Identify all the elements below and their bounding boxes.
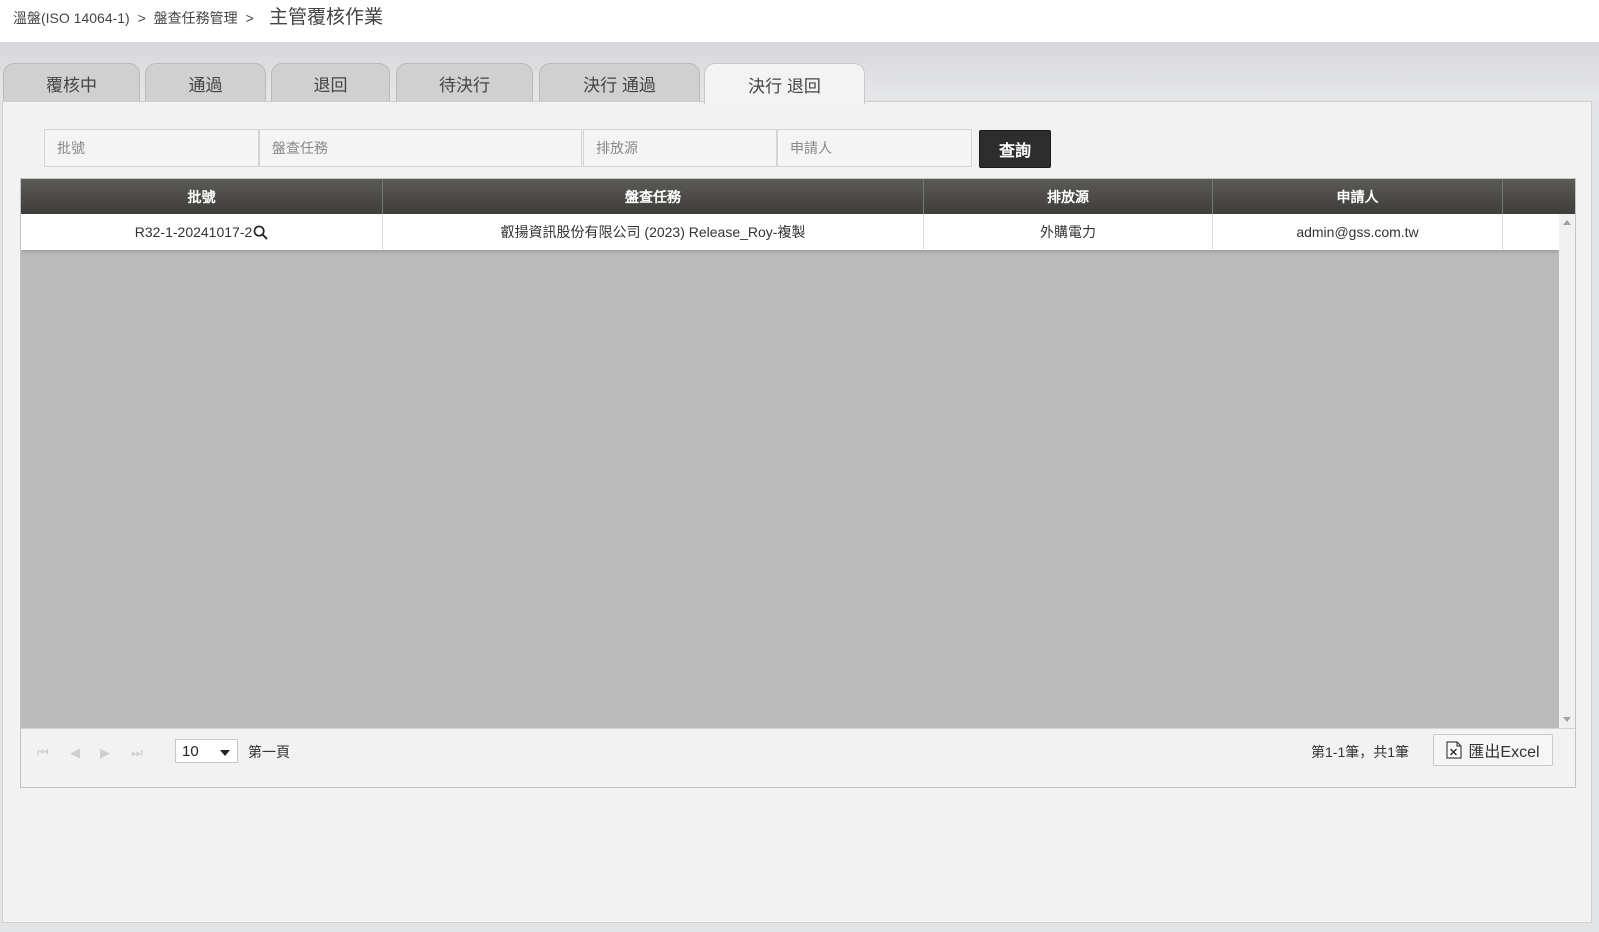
column-header-batch[interactable]: 批號 [21, 179, 383, 214]
prev-page-icon[interactable]: ◀ [65, 743, 85, 763]
page-title: 主管覆核作業 [269, 7, 384, 28]
search-icon[interactable] [253, 225, 268, 240]
page-indicator: 第一頁 [248, 744, 290, 760]
scroll-up-icon[interactable] [1563, 220, 1571, 225]
tab-pending-decision[interactable]: 待決行 [396, 63, 533, 102]
main-panel: 查詢 批號 盤查任務 排放源 申請人 R32-1-20241017-2 叡揚資訊… [2, 101, 1592, 923]
pager: ⏮ ◀ ▶ ⏭ 10 第一頁 第1-1筆，共1筆 匯出Excel [21, 728, 1575, 787]
task-filter-input[interactable] [259, 129, 582, 167]
top-header: 溫盤(ISO 14064-1) > 盤查任務管理 > 主管覆核作業 [0, 0, 1599, 42]
tab-rejected[interactable]: 退回 [271, 63, 390, 102]
table-row[interactable]: R32-1-20241017-2 叡揚資訊股份有限公司 (2023) Relea… [21, 214, 1559, 250]
record-count: 第1-1筆，共1筆 [1311, 744, 1410, 760]
tab-decision-approved[interactable]: 決行 通過 [539, 63, 700, 102]
column-header-applicant[interactable]: 申請人 [1213, 179, 1503, 214]
applicant-filter-input[interactable] [777, 129, 972, 167]
cell-applicant: admin@gss.com.tw [1213, 214, 1503, 250]
cell-batch[interactable]: R32-1-20241017-2 [21, 214, 383, 250]
page-size-select[interactable]: 10 [175, 739, 238, 763]
breadcrumb-separator: > [137, 10, 146, 26]
column-header-task[interactable]: 盤查任務 [383, 179, 924, 214]
grid-header: 批號 盤查任務 排放源 申請人 [21, 179, 1575, 214]
tab-approved[interactable]: 通過 [145, 63, 266, 102]
breadcrumb-separator: > [245, 10, 254, 26]
grid-scrollbar[interactable] [1559, 214, 1575, 728]
cell-extra [1503, 214, 1559, 250]
data-grid: 批號 盤查任務 排放源 申請人 R32-1-20241017-2 叡揚資訊股份有… [20, 178, 1576, 788]
chevron-down-icon [220, 750, 230, 756]
breadcrumb: 溫盤(ISO 14064-1) > 盤查任務管理 > [13, 8, 258, 28]
breadcrumb-item-task-management[interactable]: 盤查任務管理 [154, 10, 238, 26]
breadcrumb-item-inventory[interactable]: 溫盤(ISO 14064-1) [13, 10, 130, 26]
source-filter-input[interactable] [583, 129, 777, 167]
page-size-value: 10 [182, 743, 199, 760]
tab-decision-rejected[interactable]: 決行 退回 [704, 63, 865, 104]
excel-icon [1446, 741, 1463, 759]
first-page-icon[interactable]: ⏮ [33, 743, 53, 763]
tab-reviewing[interactable]: 覆核中 [3, 63, 140, 102]
cell-source: 外購電力 [924, 214, 1213, 250]
column-header-source[interactable]: 排放源 [924, 179, 1213, 214]
export-label: 匯出Excel [1468, 744, 1540, 761]
export-excel-button[interactable]: 匯出Excel [1433, 734, 1553, 766]
batch-number: R32-1-20241017-2 [134, 224, 253, 240]
batch-filter-input[interactable] [44, 129, 259, 167]
scroll-down-icon[interactable] [1563, 717, 1571, 722]
column-header-extra [1503, 179, 1575, 214]
query-button[interactable]: 查詢 [979, 130, 1051, 168]
next-page-icon[interactable]: ▶ [95, 743, 115, 763]
last-page-icon[interactable]: ⏭ [127, 743, 147, 763]
grid-body: R32-1-20241017-2 叡揚資訊股份有限公司 (2023) Relea… [21, 214, 1559, 728]
cell-task: 叡揚資訊股份有限公司 (2023) Release_Roy-複製 [383, 214, 924, 250]
